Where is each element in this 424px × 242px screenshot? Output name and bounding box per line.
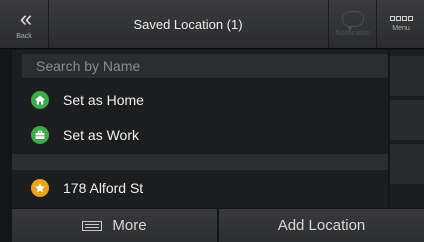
notification-label: Notification	[335, 30, 371, 37]
bottom-bar: More Add Location	[12, 209, 424, 242]
scrollbar-segment	[390, 100, 424, 140]
list-item-set-as-work[interactable]: Set as Work	[22, 118, 388, 152]
list-item-label: 178 Alford St	[63, 180, 144, 196]
add-location-button[interactable]: Add Location	[219, 209, 424, 242]
menu-label: Menu	[392, 25, 410, 32]
home-icon	[31, 91, 49, 109]
more-label: More	[112, 217, 147, 234]
back-label: Back	[16, 32, 32, 40]
add-location-label: Add Location	[277, 217, 366, 234]
scrollbar[interactable]	[390, 50, 424, 208]
menu-icon	[389, 16, 413, 21]
page-title: Saved Location (1)	[133, 16, 243, 32]
list-item-set-as-home[interactable]: Set as Home	[22, 83, 388, 117]
scrollbar-segment	[390, 144, 424, 184]
saved-locations-list: Search by Name Set as Home Set as Work 1…	[12, 50, 388, 208]
scrollbar-segment	[390, 56, 424, 96]
list-item-label: Set as Home	[63, 92, 144, 108]
more-icon	[82, 220, 103, 231]
star-icon	[31, 179, 49, 197]
back-icon: «	[19, 5, 32, 31]
briefcase-icon	[31, 126, 49, 144]
search-input[interactable]: Search by Name	[22, 54, 388, 78]
speech-bubble-icon	[342, 11, 364, 31]
menu-button[interactable]: Menu	[376, 0, 424, 48]
back-button[interactable]: « Back	[0, 0, 49, 48]
more-button[interactable]: More	[12, 209, 217, 242]
list-item-label: Set as Work	[63, 127, 139, 143]
top-bar: « Back Saved Location (1) Notification M…	[0, 0, 424, 49]
list-item-178-alford-st[interactable]: 178 Alford St	[22, 171, 388, 205]
notification-button[interactable]: Notification	[328, 0, 377, 48]
list-divider	[12, 154, 388, 170]
